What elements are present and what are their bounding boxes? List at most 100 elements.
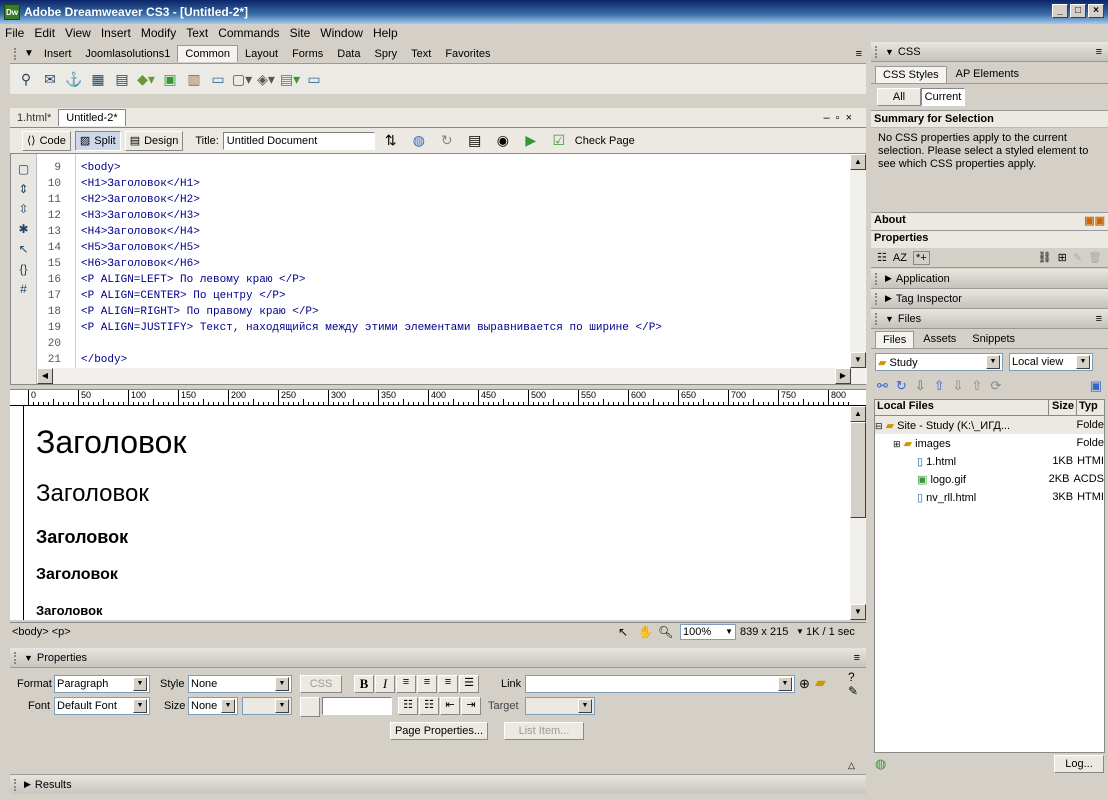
text-color-input[interactable] <box>322 697 392 715</box>
minimize-button[interactable]: _ <box>1052 4 1068 18</box>
close-button[interactable]: × <box>1088 4 1104 18</box>
check-out-icon[interactable]: ⇩ <box>953 378 964 394</box>
menu-modify[interactable]: Modify <box>136 26 181 40</box>
text-color-picker[interactable] <box>300 697 320 717</box>
tab-layout[interactable]: Layout <box>238 46 285 62</box>
templates-icon[interactable]: ▢▾ <box>232 69 252 89</box>
file-management-icon[interactable]: ⇅ <box>381 131 401 151</box>
code-line[interactable]: <H4>Заголовок</H4> <box>81 224 841 240</box>
menu-edit[interactable]: Edit <box>29 26 60 40</box>
unordered-list-icon[interactable]: ☷ <box>398 697 418 715</box>
maximize-button[interactable]: □ <box>1070 4 1086 18</box>
bold-button[interactable]: B <box>354 675 374 693</box>
line-numbers-icon[interactable]: # <box>20 282 27 296</box>
format-select[interactable]: Paragraph ▼ <box>54 675 150 693</box>
menu-commands[interactable]: Commands <box>213 26 284 40</box>
heading-h4[interactable]: Заголовок <box>36 566 118 584</box>
images-icon[interactable]: ◆▾ <box>136 69 156 89</box>
tab-spry[interactable]: Spry <box>368 46 405 62</box>
properties-panel-header[interactable]: ▼ Properties ≡ <box>10 648 866 668</box>
quick-tag-editor-icon[interactable]: ✎ <box>848 684 858 698</box>
date-icon[interactable]: ▥ <box>184 69 204 89</box>
list-item-button[interactable]: List Item... <box>504 722 584 740</box>
heading-h1[interactable]: Заголовок <box>36 424 186 461</box>
tab-files[interactable]: Files <box>875 331 915 348</box>
files-panel-header[interactable]: ▼ Files ≡ <box>871 309 1108 329</box>
all-mode-button[interactable]: All <box>877 88 921 106</box>
alpha-view-icon[interactable]: AZ <box>893 252 907 264</box>
css-button[interactable]: CSS <box>300 675 342 693</box>
connect-icon[interactable]: ⚯ <box>877 378 888 394</box>
log-button[interactable]: Log... <box>1054 755 1104 773</box>
font-select[interactable]: Default Font ▼ <box>54 697 150 715</box>
tag-selector[interactable]: <body> <p> <box>12 626 71 638</box>
current-mode-button[interactable]: Current <box>921 88 965 106</box>
view-select[interactable]: Local view ▼ <box>1009 353 1093 371</box>
menu-file[interactable]: File <box>0 26 29 40</box>
css-panel-header[interactable]: ▼ CSS ≡ <box>871 42 1108 62</box>
tab-untitled-2[interactable]: Untitled-2* <box>58 109 126 126</box>
tag-chooser-icon[interactable]: ◈▾ <box>256 69 276 89</box>
size-select[interactable]: None ▼ <box>188 697 238 715</box>
refresh-icon[interactable]: ↻ <box>896 378 907 394</box>
tag-inspector-panel-header[interactable]: ▶ Tag Inspector <box>871 289 1108 309</box>
collapse-icon[interactable]: △ <box>848 760 855 771</box>
get-files-icon[interactable]: ⇩ <box>915 378 926 394</box>
tab-snippets[interactable]: Snippets <box>965 331 1022 348</box>
collapse-selection-icon[interactable]: ⇳ <box>18 202 28 216</box>
zoom-tool-icon[interactable]: 🔍︎ <box>658 625 673 639</box>
align-justify-icon[interactable]: ☰ <box>459 675 479 693</box>
code-editor[interactable]: <body> <H1>Заголовок</H1> <H2>Заголовок<… <box>81 160 841 368</box>
point-to-file-icon[interactable]: ⊕ <box>799 676 810 692</box>
tab-favorites[interactable]: Favorites <box>438 46 497 62</box>
application-panel-header[interactable]: ▶ Application <box>871 269 1108 289</box>
ordered-list-icon[interactable]: ☷ <box>419 697 439 715</box>
comment-icon[interactable]: ▭ <box>208 69 228 89</box>
split-view-button[interactable]: ▨ Split <box>74 130 121 151</box>
title-input[interactable]: Untitled Document <box>222 131 375 150</box>
text-outdent-icon[interactable]: ⇤ <box>440 697 460 715</box>
code-line[interactable]: <H3>Заголовок</H3> <box>81 208 841 224</box>
code-line[interactable]: <H5>Заголовок</H5> <box>81 240 841 256</box>
div-icon[interactable]: ▤ <box>112 69 132 89</box>
media-icon[interactable]: ▣ <box>160 69 180 89</box>
size-unit-select[interactable]: ▼ <box>242 697 292 715</box>
help-icon[interactable]: ? <box>848 670 855 684</box>
panel-options-icon[interactable]: ≡ <box>856 48 862 60</box>
menu-insert[interactable]: Insert <box>96 26 136 40</box>
target-select[interactable]: ▼ <box>525 697 595 715</box>
file-row[interactable]: ▯ 1.html 1KB HTMI <box>875 452 1104 470</box>
align-center-icon[interactable]: ≡ <box>417 675 437 693</box>
collapse-tag-icon[interactable]: ⇕ <box>18 182 28 196</box>
code-line[interactable]: <H6>Заголовок</H6> <box>81 256 841 272</box>
new-css-rule-icon[interactable]: ⊞ <box>1058 251 1067 264</box>
delete-css-icon[interactable]: 🗑︎ <box>1088 251 1102 264</box>
heading-h3[interactable]: Заголовок <box>36 527 128 548</box>
refresh-icon[interactable]: ↻ <box>437 131 457 151</box>
tab-data[interactable]: Data <box>330 46 367 62</box>
panel-options-icon[interactable]: ≡ <box>1096 46 1102 58</box>
style-select[interactable]: None ▼ <box>188 675 292 693</box>
put-files-icon[interactable]: ⇧ <box>934 378 945 394</box>
browse-folder-icon[interactable]: ▰ <box>815 674 826 691</box>
align-right-icon[interactable]: ≡ <box>438 675 458 693</box>
panel-options-icon[interactable]: ≡ <box>1096 313 1102 325</box>
design-view[interactable]: Заголовок Заголовок Заголовок Заголовок … <box>24 406 850 620</box>
file-row[interactable]: ⊞ ▰ images Folde <box>875 434 1104 452</box>
menu-view[interactable]: View <box>60 26 96 40</box>
file-row[interactable]: ⊟ ▰ Site - Study (K:\_ИГД... Folde <box>875 416 1104 434</box>
code-line[interactable]: <P ALIGN=LEFT> По левому краю </P> <box>81 272 841 288</box>
expand-all-icon[interactable]: ✱ <box>18 222 28 236</box>
menu-window[interactable]: Window <box>315 26 368 40</box>
preview-browser-icon[interactable]: ◍ <box>409 131 429 151</box>
tab-common[interactable]: Common <box>177 45 239 62</box>
design-view-button[interactable]: ▤ Design <box>124 130 184 151</box>
tab-assets[interactable]: Assets <box>916 331 963 348</box>
site-status-icon[interactable]: ◍ <box>875 756 886 772</box>
tab-ap-elements[interactable]: AP Elements <box>949 66 1026 83</box>
code-horizontal-scrollbar[interactable]: ◀ ▶ <box>37 368 867 384</box>
tab-1-html[interactable]: 1.html* <box>10 110 58 126</box>
file-row[interactable]: ▣ logo.gif 2KB ACDS <box>875 470 1104 488</box>
tab-text[interactable]: Text <box>404 46 438 62</box>
col-local-files[interactable]: Local Files <box>875 400 1049 415</box>
